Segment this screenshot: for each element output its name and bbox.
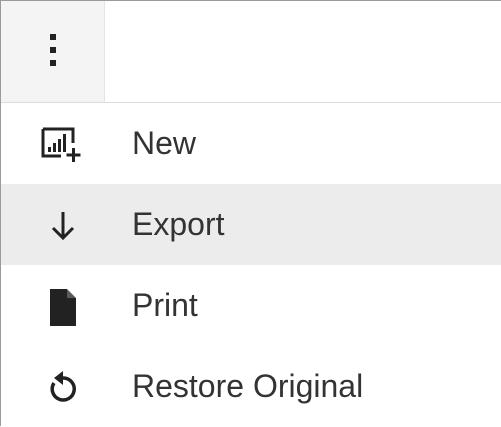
toolbar [1, 1, 501, 103]
new-chart-icon [41, 123, 81, 163]
restore-icon [41, 366, 81, 406]
document-icon [41, 285, 81, 326]
more-options-button[interactable] [1, 1, 105, 102]
menu-item-new[interactable]: New [1, 103, 501, 184]
menu-item-print[interactable]: Print [1, 265, 501, 346]
dropdown-menu: New Export Print Restore Original [1, 103, 501, 427]
menu-item-label: Export [132, 206, 225, 242]
menu-item-label: Print [132, 287, 198, 323]
menu-window: New Export Print Restore Original [0, 0, 501, 426]
menu-item-label: New [132, 125, 197, 161]
menu-item-label: Restore Original [132, 368, 364, 404]
arrow-down-icon [41, 204, 81, 244]
more-vertical-icon [50, 34, 56, 66]
menu-item-export[interactable]: Export [1, 184, 501, 265]
menu-item-restore-original[interactable]: Restore Original [1, 346, 501, 427]
